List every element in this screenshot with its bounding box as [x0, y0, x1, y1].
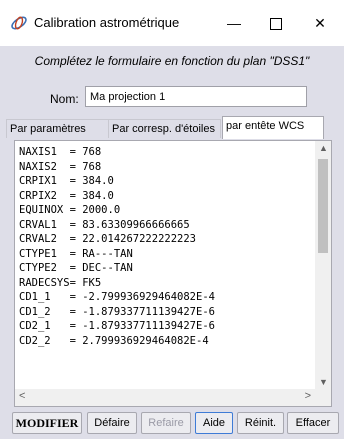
window-title: Calibration astrométrique: [34, 15, 180, 30]
scroll-up-icon[interactable]: ▲: [319, 143, 328, 153]
telescope-icon: [11, 16, 27, 30]
redo-button[interactable]: Refaire: [141, 412, 191, 434]
vertical-scrollbar[interactable]: ▲ ▼: [315, 141, 331, 389]
wcs-header-line: CRPIX1 = 384.0: [19, 175, 114, 187]
instructions-text: Complétez le formulaire en fonction du p…: [34, 54, 310, 68]
calibration-window: Calibration astrométrique — ✕ Complétez …: [0, 0, 344, 439]
wcs-header-line: NAXIS1 = 768: [19, 146, 102, 158]
help-button[interactable]: Aide: [195, 412, 233, 434]
wcs-header-line: CRVAL1 = 83.63309966666665: [19, 218, 190, 231]
wcs-header-line: CTYPE1 = RA---TAN: [19, 247, 133, 260]
name-input[interactable]: [85, 86, 307, 107]
horizontal-scrollbar[interactable]: < >: [15, 389, 331, 406]
undo-button[interactable]: Défaire: [87, 412, 137, 434]
minimize-button[interactable]: —: [214, 8, 254, 38]
wcs-header-line: RADECSYS= FK5: [19, 276, 102, 289]
close-button[interactable]: ✕: [300, 8, 340, 38]
tab-par-parametres[interactable]: Par paramètres: [6, 119, 109, 138]
name-label: Nom:: [50, 92, 79, 106]
wcs-header-line: CRPIX2 = 384.0: [19, 189, 114, 202]
wcs-header-line: CRVAL2 = 22.014267222222223: [19, 233, 197, 245]
modifier-button[interactable]: MODIFIER: [12, 412, 82, 434]
maximize-icon: [270, 18, 282, 31]
wcs-header-text[interactable]: NAXIS1 = 768 NAXIS2 = 768 CRPIX1 = 384.0 CR…: [19, 145, 315, 348]
wcs-header-line: CD2_2 = 2.799936929464082E-4: [19, 334, 209, 347]
wcs-header-line: EQUINOX = 2000.0: [19, 204, 121, 216]
button-row: MODIFIER Défaire Refaire Aide Réinit. Ef…: [0, 412, 344, 436]
wcs-header-textarea[interactable]: NAXIS1 = 768 NAXIS2 = 768 CRPIX1 = 384.0 CR…: [14, 140, 332, 407]
scroll-thumb[interactable]: [318, 159, 328, 253]
maximize-button[interactable]: [256, 8, 296, 38]
reset-button[interactable]: Réinit.: [237, 412, 284, 434]
wcs-header-line: NAXIS2 = 768: [19, 160, 102, 173]
scroll-left-icon[interactable]: <: [19, 390, 25, 402]
scroll-down-icon[interactable]: ▼: [319, 377, 328, 387]
scroll-right-icon[interactable]: >: [305, 390, 311, 402]
clear-button[interactable]: Effacer: [287, 412, 339, 434]
title-bar: Calibration astrométrique — ✕: [0, 0, 344, 46]
tab-par-corresp-etoiles[interactable]: Par corresp. d'étoiles: [108, 119, 221, 138]
wcs-header-line: CD1_1 = -2.799936929464082E-4: [19, 291, 215, 303]
wcs-header-line: CTYPE2 = DEC--TAN: [19, 262, 133, 274]
wcs-header-line: CD2_1 = -1.879337711139427E-6: [19, 320, 215, 332]
wcs-header-line: CD1_2 = -1.879337711139427E-6: [19, 305, 215, 318]
tab-par-entete-wcs[interactable]: par entête WCS: [222, 116, 324, 139]
